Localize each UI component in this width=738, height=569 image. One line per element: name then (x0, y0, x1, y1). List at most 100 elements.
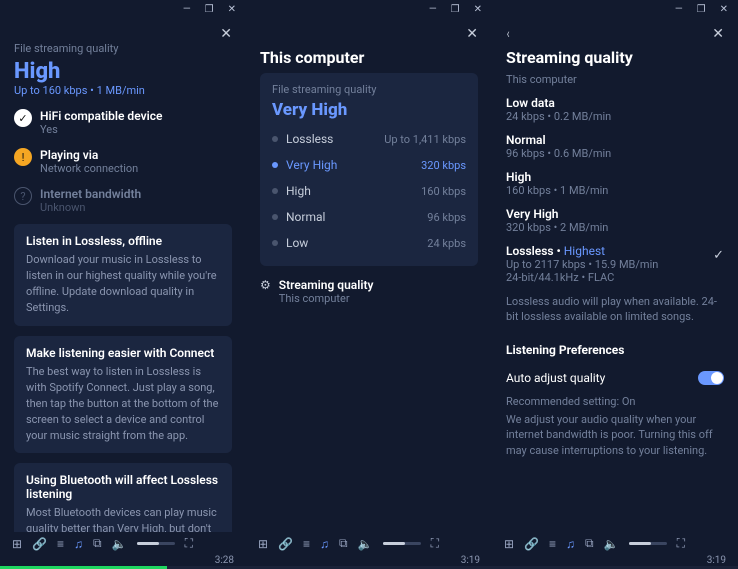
radio-icon (272, 188, 278, 194)
player-controls: ⊞ 🔗 ≡ ♫ ⧉ 🔈 ⛶ (504, 536, 726, 551)
close-button[interactable]: ✕ (474, 4, 482, 15)
close-button[interactable]: ✕ (720, 4, 728, 15)
link-icon[interactable]: 🔗 (278, 537, 293, 551)
lyrics-icon[interactable]: ≡ (303, 537, 310, 551)
volume-slider[interactable] (383, 542, 421, 545)
track-time: 3:28 (215, 555, 234, 566)
volume-slider[interactable] (137, 542, 175, 545)
volume-icon[interactable]: 🔈 (358, 537, 373, 551)
page-title: Streaming quality (506, 48, 724, 67)
check-icon: ✓ (713, 248, 724, 263)
status-bandwidth: ? Internet bandwidth Unknown (14, 187, 232, 214)
option-title: Very High (506, 207, 724, 221)
queue-icon[interactable]: ⊞ (504, 537, 514, 551)
maximize-button[interactable]: ❐ (697, 4, 706, 15)
recommended-label: Recommended setting: On (506, 395, 724, 408)
pref-description: We adjust your audio quality when your i… (506, 412, 724, 458)
option-rate: 320 kbps (421, 159, 466, 172)
section-title: Streaming quality (279, 278, 374, 292)
fullscreen-icon[interactable]: ⛶ (677, 536, 685, 551)
maximize-button[interactable]: ❐ (451, 4, 460, 15)
link-icon[interactable]: 🔗 (524, 537, 539, 551)
pip-icon[interactable]: ⧉ (339, 536, 348, 551)
pane-file-quality: — ❐ ✕ ✕ File streaming quality High Up t… (0, 0, 246, 569)
volume-icon[interactable]: 🔈 (604, 537, 619, 551)
status-sub: Unknown (40, 201, 141, 214)
volume-slider[interactable] (629, 542, 667, 545)
lyrics-icon[interactable]: ≡ (549, 537, 556, 551)
quality-option[interactable]: Low24 kpbs (272, 230, 466, 256)
option-sub: 160 kbps • 1 MB/min (506, 184, 724, 197)
queue-icon[interactable]: ⊞ (258, 537, 268, 551)
close-icon[interactable]: ✕ (466, 26, 478, 42)
quality-value: Very High (272, 100, 466, 120)
volume-icon[interactable]: 🔈 (112, 537, 127, 551)
fullscreen-icon[interactable]: ⛶ (431, 536, 439, 551)
status-title: HiFi compatible device (40, 109, 162, 123)
player-controls: ⊞ 🔗 ≡ ♫ ⧉ 🔈 ⛶ (12, 536, 234, 551)
card-text: Most Bluetooth devices can play music qu… (26, 505, 220, 532)
section-streaming-quality[interactable]: ⚙ Streaming quality This computer (260, 278, 478, 305)
page-title: This computer (260, 48, 478, 67)
maximize-button[interactable]: ❐ (205, 4, 214, 15)
option-title: Normal (506, 133, 724, 147)
quality-option[interactable]: High160 kbps • 1 MB/min (506, 170, 724, 197)
option-name: High (286, 184, 311, 198)
radio-icon (272, 136, 278, 142)
option-name: Very High (286, 158, 337, 172)
auto-adjust-row: Auto adjust quality (506, 371, 724, 385)
card-title: Using Bluetooth will affect Lossless lis… (26, 473, 220, 501)
quality-option[interactable]: Normal96 kbps • 0.6 MB/min (506, 133, 724, 160)
status-hifi: ✓ HiFi compatible device Yes (14, 109, 232, 136)
page-subtitle: This computer (506, 73, 724, 86)
lyrics-icon[interactable]: ≡ (57, 537, 64, 551)
minimize-button[interactable]: — (675, 4, 683, 15)
highest-tag: Highest (564, 244, 605, 258)
devices-icon[interactable]: ♫ (74, 537, 83, 551)
quality-option[interactable]: Low data24 kbps • 0.2 MB/min (506, 96, 724, 123)
quality-option[interactable]: High160 kbps (272, 178, 466, 204)
player-controls: ⊞ 🔗 ≡ ♫ ⧉ 🔈 ⛶ (258, 536, 480, 551)
quality-option[interactable]: LosslessUp to 1,411 kbps (272, 126, 466, 152)
option-rate: Up to 1,411 kbps (384, 133, 466, 146)
section-heading: Listening Preferences (506, 343, 724, 357)
warning-icon: ! (14, 148, 32, 166)
fullscreen-icon[interactable]: ⛶ (185, 536, 193, 551)
minimize-button[interactable]: — (183, 4, 191, 15)
auto-adjust-toggle[interactable] (698, 371, 724, 385)
devices-icon[interactable]: ♫ (566, 537, 575, 551)
close-icon[interactable]: ✕ (220, 26, 232, 42)
status-title: Internet bandwidth (40, 187, 141, 201)
check-icon: ✓ (14, 109, 32, 127)
queue-icon[interactable]: ⊞ (12, 537, 22, 551)
quality-box: File streaming quality Very High Lossles… (260, 73, 478, 266)
label-file-streaming-quality: File streaming quality (14, 42, 232, 55)
option-rate: 96 kbps (427, 211, 466, 224)
lossless-note: Lossless audio will play when available.… (506, 294, 724, 325)
pip-icon[interactable]: ⧉ (585, 536, 594, 551)
option-sub: Up to 2117 kbps • 15.9 MB/min (506, 258, 658, 271)
quality-option[interactable]: Very High 320 kbps (272, 152, 466, 178)
back-button[interactable]: ‹ (507, 26, 510, 42)
track-time: 3:19 (461, 555, 480, 566)
close-button[interactable]: ✕ (228, 4, 236, 15)
option-title: Lossless • (506, 244, 564, 258)
minimize-button[interactable]: — (429, 4, 437, 15)
devices-icon[interactable]: ♫ (320, 537, 329, 551)
pane-this-computer: — ❐ ✕ ✕ This computer File streaming qua… (246, 0, 492, 569)
card-text: The best way to listen in Lossless is wi… (26, 364, 220, 444)
link-icon[interactable]: 🔗 (32, 537, 47, 551)
track-time: 3:19 (707, 555, 726, 566)
quality-option[interactable]: Normal96 kbps (272, 204, 466, 230)
gear-icon: ⚙ (260, 278, 271, 292)
close-icon[interactable]: ✕ (712, 26, 724, 42)
quality-sub: Up to 160 kbps • 1 MB/min (14, 84, 232, 97)
radio-icon (272, 162, 278, 168)
info-card: Make listening easier with Connect The b… (14, 336, 232, 454)
quality-option-lossless[interactable]: Lossless • Highest Up to 2117 kbps • 15.… (506, 244, 724, 284)
quality-option[interactable]: Very High320 kbps • 2 MB/min (506, 207, 724, 234)
status-sub: Yes (40, 123, 162, 136)
radio-icon (272, 214, 278, 220)
pip-icon[interactable]: ⧉ (93, 536, 102, 551)
card-title: Make listening easier with Connect (26, 346, 220, 360)
